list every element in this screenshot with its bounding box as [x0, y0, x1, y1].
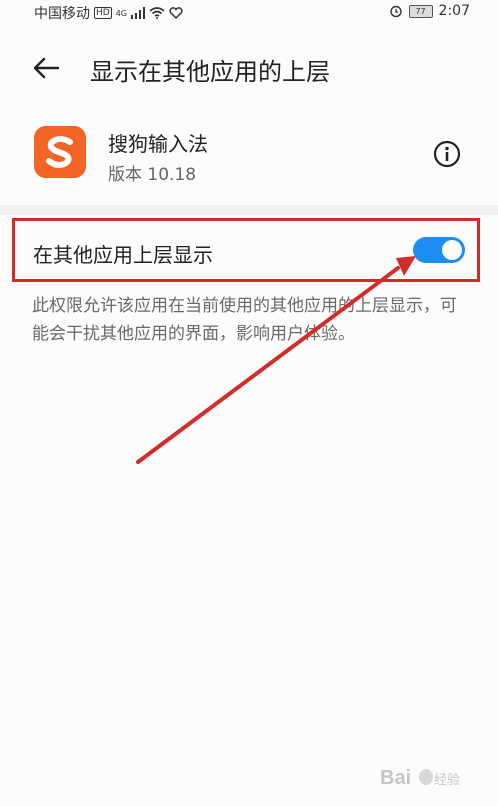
- status-right: 77 2:07: [389, 3, 470, 19]
- status-bar: 中国移动 HD 4G 77 2:07: [0, 0, 498, 24]
- baidu-watermark-logo: Bai 经验: [380, 767, 460, 789]
- toggle-knob: [442, 240, 462, 260]
- app-version: 版本 10.18: [108, 165, 197, 185]
- app-name: 搜狗输入法: [108, 132, 208, 156]
- header: 显示在其他应用的上层: [0, 40, 498, 96]
- wifi-icon: [149, 7, 165, 19]
- setting-label: 在其他应用上层显示: [33, 243, 213, 267]
- hd-badge: HD: [94, 7, 112, 19]
- battery-icon: 77: [408, 4, 433, 18]
- network-label: 4G: [115, 8, 127, 18]
- back-arrow-icon[interactable]: [30, 52, 62, 84]
- sogou-logo-icon: [34, 126, 86, 178]
- permission-description: 此权限允许该应用在当前使用的其他应用的上层显示，可能会干扰其他应用的界面，影响用…: [32, 296, 457, 344]
- overlay-toggle-switch[interactable]: [413, 237, 465, 263]
- carrier-name: 中国移动: [34, 6, 90, 22]
- alarm-icon: [389, 5, 402, 18]
- status-left: 中国移动 HD 4G: [34, 3, 183, 23]
- app-info-row: 搜狗输入法 版本 10.18: [0, 118, 498, 198]
- svg-text:Bai: Bai: [380, 767, 411, 789]
- signal-icon: [131, 7, 145, 19]
- sogou-app-icon: [34, 126, 86, 178]
- section-divider: [0, 205, 498, 215]
- battery-level: 77: [415, 6, 426, 16]
- clock: 2:07: [438, 3, 470, 19]
- svg-text:经验: 经验: [434, 772, 460, 787]
- heart-icon: [169, 7, 183, 19]
- page-title: 显示在其他应用的上层: [90, 58, 330, 86]
- overlay-permission-setting[interactable]: 在其他应用上层显示: [12, 218, 480, 282]
- info-icon[interactable]: [433, 140, 461, 168]
